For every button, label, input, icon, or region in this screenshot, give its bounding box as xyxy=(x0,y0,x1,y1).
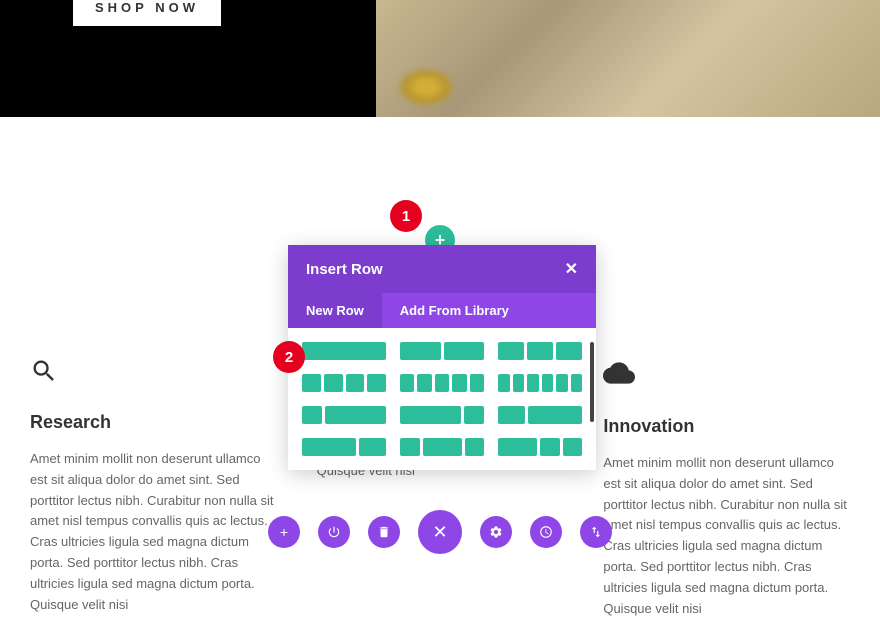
column-research: Research Amet minim mollit non deserunt … xyxy=(30,357,277,619)
hero-left: SHOP NOW xyxy=(0,0,376,117)
layout-50-25-25[interactable] xyxy=(498,438,582,456)
add-button[interactable]: + xyxy=(268,516,300,548)
layout-66-33[interactable] xyxy=(302,438,386,456)
row-layouts-grid xyxy=(288,328,596,470)
layout-3col[interactable] xyxy=(498,342,582,360)
layout-5col[interactable] xyxy=(400,374,484,392)
layout-75-25[interactable] xyxy=(400,406,484,424)
layout-4col[interactable] xyxy=(302,374,386,392)
panel-tabs: New Row Add From Library xyxy=(288,293,596,328)
hero-image xyxy=(376,0,880,117)
hero-section: SHOP NOW xyxy=(0,0,880,117)
tab-add-from-library[interactable]: Add From Library xyxy=(382,293,527,328)
layout-6col[interactable] xyxy=(498,374,582,392)
power-icon[interactable] xyxy=(318,516,350,548)
column-title: Research xyxy=(30,412,277,433)
column-innovation: Innovation Amet minim mollit non deserun… xyxy=(603,357,850,619)
shop-now-button[interactable]: SHOP NOW xyxy=(73,0,221,26)
close-icon[interactable]: ✕ xyxy=(565,259,578,279)
layout-2col[interactable] xyxy=(400,342,484,360)
layout-25-75[interactable] xyxy=(302,406,386,424)
builder-toolbar: + ✕ xyxy=(268,510,612,554)
cloud-icon xyxy=(603,357,850,396)
sort-icon[interactable] xyxy=(580,516,612,548)
close-button[interactable]: ✕ xyxy=(418,510,462,554)
gear-icon[interactable] xyxy=(480,516,512,548)
insert-row-panel: Insert Row ✕ New Row Add From Library xyxy=(288,245,596,470)
column-title: Innovation xyxy=(603,416,850,437)
annotation-marker-2: 2 xyxy=(273,341,305,373)
tab-new-row[interactable]: New Row xyxy=(288,293,382,328)
panel-title: Insert Row xyxy=(306,261,383,278)
clock-icon[interactable] xyxy=(530,516,562,548)
annotation-marker-1: 1 xyxy=(390,200,422,232)
layout-25-50-25[interactable] xyxy=(400,438,484,456)
column-body: Amet minim mollit non deserunt ullamco e… xyxy=(30,449,277,615)
layout-33-66[interactable] xyxy=(498,406,582,424)
column-body: Amet minim mollit non deserunt ullamco e… xyxy=(603,453,850,619)
layout-1col[interactable] xyxy=(302,342,386,360)
panel-header: Insert Row ✕ xyxy=(288,245,596,293)
search-icon xyxy=(30,357,277,392)
trash-icon[interactable] xyxy=(368,516,400,548)
